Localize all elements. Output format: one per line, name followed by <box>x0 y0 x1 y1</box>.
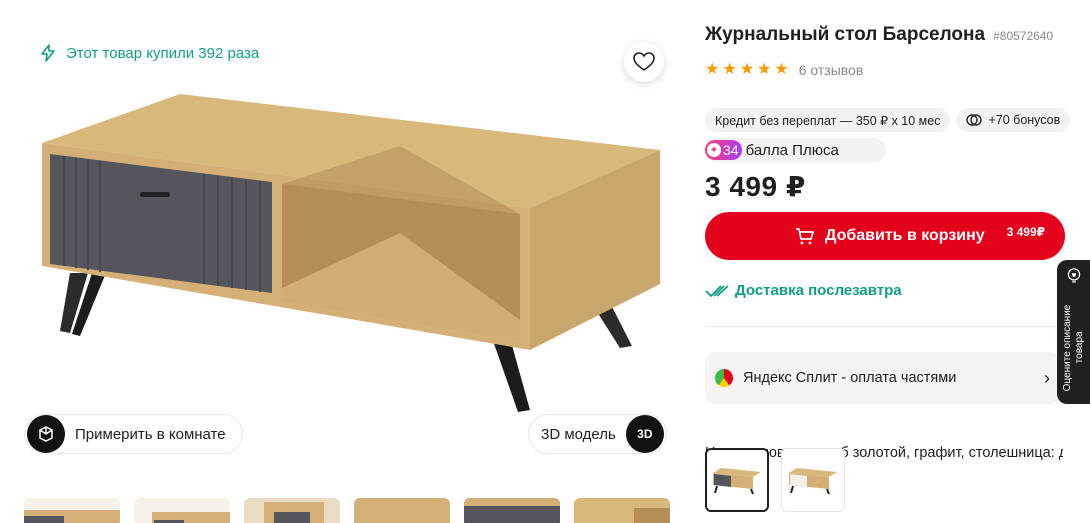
double-check-icon <box>705 284 729 297</box>
try-in-room-label: Примерить в комнате <box>75 425 226 443</box>
variant-white-image <box>789 468 837 495</box>
bonus-coins-icon <box>966 114 983 126</box>
star-icon: ★ <box>757 61 772 78</box>
purchase-count-text: Этот товар купили 392 раза <box>66 44 260 62</box>
plus-badge: ✦ 34 <box>705 140 742 160</box>
yandex-split-banner[interactable]: Яндекс Сплит - оплата частями › <box>705 352 1060 404</box>
delivery-info[interactable]: Доставка послезавтра <box>705 282 902 299</box>
plus-points[interactable]: ✦ 34 балла Плюса <box>705 138 886 162</box>
ar-cube-icon <box>27 415 65 453</box>
split-label: Яндекс Сплит - оплата частями <box>743 370 957 386</box>
thumbnail[interactable] <box>244 498 340 523</box>
star-icon: ★ <box>705 61 720 78</box>
favorite-button[interactable] <box>624 42 664 82</box>
delivery-label: Доставка послезавтра <box>735 282 902 299</box>
lightbulb-heart-icon <box>1067 268 1080 283</box>
heart-icon <box>633 52 655 71</box>
offer-pills: Кредит без переплат — 350 ₽ x 10 мес +70… <box>705 108 1071 132</box>
thumbnail[interactable] <box>574 498 670 523</box>
add-to-cart-button[interactable]: Добавить в корзину 3 499₽ <box>705 212 1065 260</box>
credit-label: Кредит без переплат — 350 ₽ x 10 мес <box>715 113 941 128</box>
bonus-pill[interactable]: +70 бонусов <box>956 108 1071 132</box>
split-logo-icon <box>715 369 733 387</box>
3d-rotate-icon: 3D <box>625 415 664 453</box>
thumbnail[interactable] <box>134 498 230 523</box>
product-title: Журнальный стол Барселона <box>705 24 986 45</box>
plus-points-value: 34 <box>723 142 739 158</box>
3d-model-button[interactable]: 3D модель 3D <box>528 414 667 454</box>
cart-icon <box>796 228 814 245</box>
variant-list <box>705 448 845 512</box>
star-icon: ★ <box>722 61 737 78</box>
lightning-icon <box>41 44 55 62</box>
thumbnail[interactable] <box>354 498 450 523</box>
star-icon: ★ <box>774 61 789 78</box>
variant-graphite[interactable] <box>705 448 769 512</box>
variant-white[interactable] <box>781 448 845 512</box>
rate-description-tab[interactable]: Оцените описание товара <box>1057 260 1090 404</box>
cart-price: 3 499₽ <box>1006 225 1045 239</box>
thumbnail[interactable] <box>464 498 560 523</box>
purchase-count: Этот товар купили 392 раза <box>40 44 259 62</box>
thumbnail-strip <box>24 498 670 523</box>
reviews-link[interactable]: 6 отзывов <box>799 62 864 78</box>
star-icon: ★ <box>739 61 755 78</box>
plus-points-label: балла Плюса <box>745 141 839 159</box>
add-to-cart-label: Добавить в корзину <box>825 227 985 244</box>
product-image[interactable] <box>30 88 670 418</box>
divider <box>705 326 1060 327</box>
3d-model-label: 3D модель <box>541 425 616 443</box>
plus-icon: ✦ <box>707 143 721 157</box>
thumbnail[interactable] <box>24 498 120 523</box>
rating[interactable]: ★ ★ ★ ★ ★ 6 отзывов <box>705 62 864 79</box>
try-in-room-button[interactable]: Примерить в комнате <box>24 414 243 454</box>
chevron-right-icon: › <box>1044 367 1050 388</box>
product-sku[interactable]: #80572640 <box>993 29 1053 43</box>
title-row: Журнальный стол Барселона #80572640 <box>705 24 1053 46</box>
rating-stars: ★ ★ ★ ★ ★ <box>705 62 789 78</box>
bonus-label: +70 бонусов <box>988 113 1061 127</box>
credit-pill[interactable]: Кредит без переплат — 350 ₽ x 10 мес <box>705 108 951 132</box>
variant-graphite-image <box>713 468 761 495</box>
rate-description-label: Оцените описание товара <box>1061 304 1085 391</box>
price: 3 499 ₽ <box>705 171 806 202</box>
